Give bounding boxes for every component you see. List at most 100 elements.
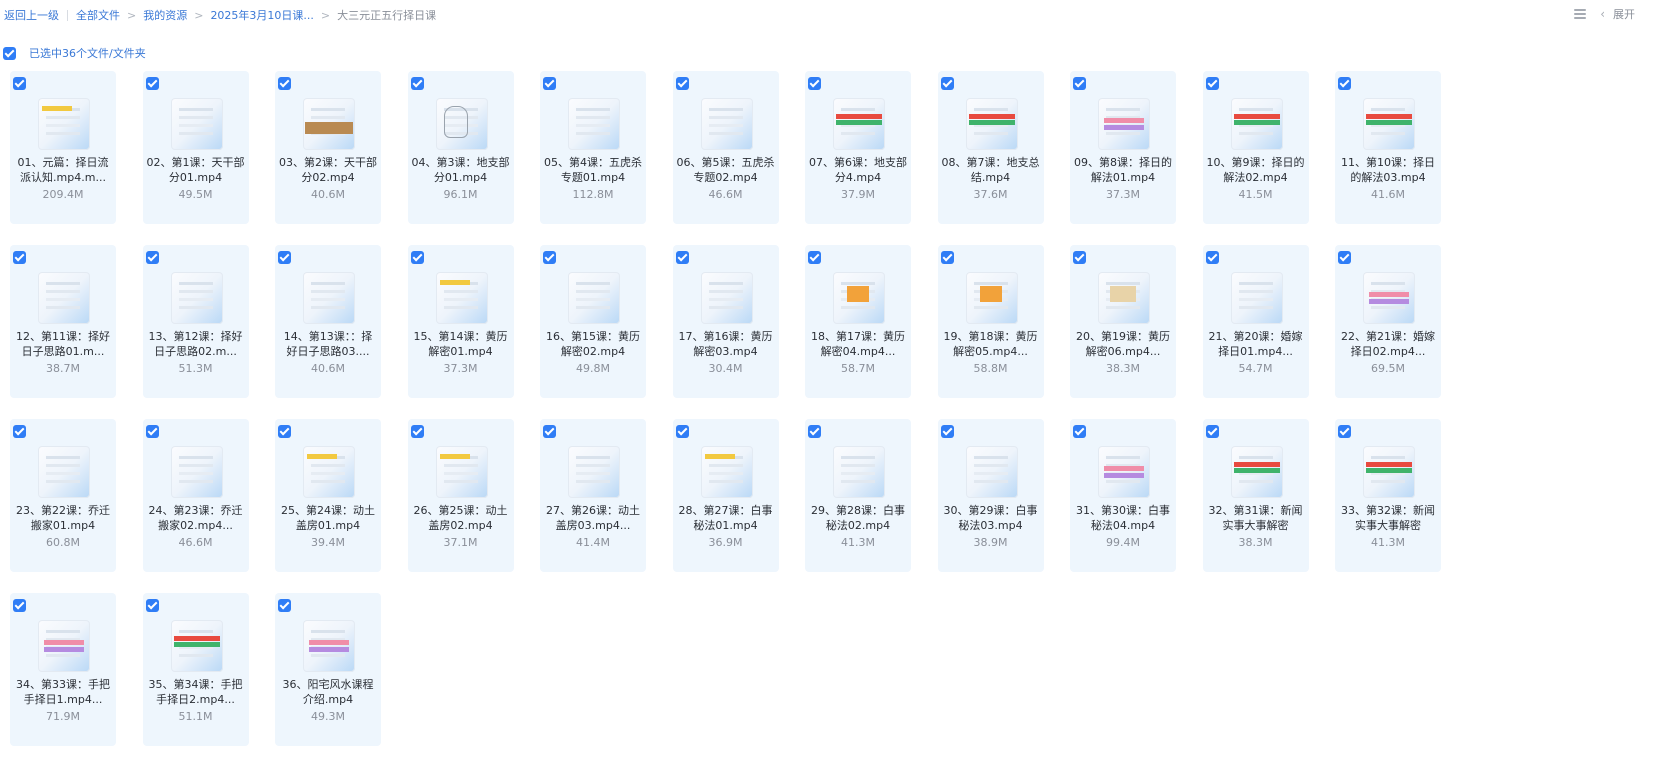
file-name[interactable]: 30、第29课：白事秘法03.mp4 xyxy=(942,504,1040,533)
file-name[interactable]: 13、第12课：择好日子思路02.m... xyxy=(147,330,245,359)
file-checkbox[interactable] xyxy=(145,251,159,264)
video-thumbnail[interactable] xyxy=(303,272,355,324)
file-card[interactable]: 25、第24课：动土盖房01.mp4 39.4M xyxy=(275,419,381,572)
file-checkbox[interactable] xyxy=(1073,77,1086,90)
file-checkbox[interactable] xyxy=(543,77,556,90)
file-name[interactable]: 07、第6课：地支部分4.mp4 xyxy=(809,156,907,185)
file-card[interactable]: 05、第4课：五虎杀专题01.mp4 112.8M xyxy=(540,71,646,224)
video-thumbnail[interactable] xyxy=(1363,98,1415,150)
file-name[interactable]: 02、第1课：天干部分01.mp4 xyxy=(147,156,245,185)
file-checkbox[interactable] xyxy=(808,425,821,438)
file-checkbox[interactable] xyxy=(278,77,291,90)
back-link[interactable]: 返回上一级 xyxy=(4,7,59,23)
file-card[interactable]: 26、第25课：动土盖房02.mp4 37.1M xyxy=(407,419,514,572)
file-checkbox[interactable] xyxy=(808,251,821,264)
video-thumbnail[interactable] xyxy=(303,620,355,672)
file-checkbox[interactable] xyxy=(278,251,291,264)
video-thumbnail[interactable] xyxy=(435,446,488,498)
file-name[interactable]: 25、第24课：动土盖房01.mp4 xyxy=(279,504,377,533)
file-name[interactable]: 20、第19课：黄历解密06.mp4... xyxy=(1074,330,1172,359)
file-name[interactable]: 35、第34课：手把手择日2.mp4... xyxy=(147,678,245,707)
video-thumbnail[interactable] xyxy=(1098,446,1150,498)
file-card[interactable]: 12、第11课：择好日子思路01.m... 38.7M xyxy=(10,245,116,398)
file-name[interactable]: 14、第13课：：择好日子思路03.... xyxy=(279,330,377,359)
file-card[interactable]: 18、第17课：黄历解密04.mp4... 58.7M xyxy=(805,245,911,398)
file-name[interactable]: 04、第3课：地支部分01.mp4 xyxy=(412,156,510,185)
file-checkbox[interactable] xyxy=(410,425,424,438)
file-card[interactable]: 01、元篇：择日流派认知.mp4.m... 209.4M xyxy=(10,71,116,224)
file-name[interactable]: 27、第26课：动土盖房03.mp4... xyxy=(544,504,642,533)
file-checkbox[interactable] xyxy=(940,77,954,90)
video-thumbnail[interactable] xyxy=(1098,98,1150,150)
file-checkbox[interactable] xyxy=(675,425,689,438)
file-card[interactable]: 23、第22课：乔迁搬家01.mp4 60.8M xyxy=(10,419,116,572)
file-checkbox[interactable] xyxy=(145,77,159,90)
file-checkbox[interactable] xyxy=(1205,251,1219,264)
video-thumbnail[interactable] xyxy=(1230,446,1283,498)
file-checkbox[interactable] xyxy=(1073,425,1086,438)
video-thumbnail[interactable] xyxy=(833,272,885,324)
video-thumbnail[interactable] xyxy=(700,272,753,324)
file-card[interactable]: 29、第28课：白事秘法02.mp4 41.3M xyxy=(805,419,911,572)
file-checkbox[interactable] xyxy=(410,77,424,90)
breadcrumb-all-files[interactable]: 全部文件 xyxy=(76,7,120,23)
expand-button[interactable]: 展开 xyxy=(1613,6,1635,22)
file-card[interactable]: 17、第16课：黄历解密03.mp4 30.4M xyxy=(672,245,779,398)
file-card[interactable]: 11、第10课：择日的解法03.mp4 41.6M xyxy=(1335,71,1441,224)
video-thumbnail[interactable] xyxy=(1230,272,1283,324)
video-thumbnail[interactable] xyxy=(1098,272,1150,324)
file-name[interactable]: 06、第5课：五虎杀专题02.mp4 xyxy=(677,156,775,185)
file-checkbox[interactable] xyxy=(13,77,26,90)
file-card[interactable]: 19、第18课：黄历解密05.mp4... 58.8M xyxy=(937,245,1044,398)
file-card[interactable]: 04、第3课：地支部分01.mp4 96.1M xyxy=(407,71,514,224)
file-card[interactable]: 36、阳宅风水课程介绍.mp4 49.3M xyxy=(275,593,381,746)
file-card[interactable]: 24、第23课：乔迁搬家02.mp4... 46.6M xyxy=(142,419,249,572)
file-card[interactable]: 27、第26课：动土盖房03.mp4... 41.4M xyxy=(540,419,646,572)
file-name[interactable]: 15、第14课：黄历解密01.mp4 xyxy=(412,330,510,359)
file-name[interactable]: 22、第21课：婚嫁择日02.mp4... xyxy=(1339,330,1437,359)
file-card[interactable]: 02、第1课：天干部分01.mp4 49.5M xyxy=(142,71,249,224)
file-name[interactable]: 18、第17课：黄历解密04.mp4... xyxy=(809,330,907,359)
file-name[interactable]: 19、第18课：黄历解密05.mp4... xyxy=(942,330,1040,359)
file-card[interactable]: 35、第34课：手把手择日2.mp4... 51.1M xyxy=(142,593,249,746)
video-thumbnail[interactable] xyxy=(303,98,355,150)
video-thumbnail[interactable] xyxy=(833,446,885,498)
file-checkbox[interactable] xyxy=(543,251,556,264)
file-card[interactable]: 09、第8课：择日的解法01.mp4 37.3M xyxy=(1070,71,1176,224)
video-thumbnail[interactable] xyxy=(833,98,885,150)
file-name[interactable]: 16、第15课：黄历解密02.mp4 xyxy=(544,330,642,359)
file-card[interactable]: 14、第13课：：择好日子思路03.... 40.6M xyxy=(275,245,381,398)
list-view-icon[interactable] xyxy=(1574,9,1587,19)
file-name[interactable]: 12、第11课：择好日子思路01.m... xyxy=(14,330,112,359)
video-thumbnail[interactable] xyxy=(38,446,90,498)
file-card[interactable]: 33、第32课：新闻实事大事解密 41.3M xyxy=(1335,419,1441,572)
video-thumbnail[interactable] xyxy=(568,98,620,150)
file-card[interactable]: 22、第21课：婚嫁择日02.mp4... 69.5M xyxy=(1335,245,1441,398)
file-checkbox[interactable] xyxy=(675,251,689,264)
video-thumbnail[interactable] xyxy=(700,446,753,498)
file-name[interactable]: 21、第20课：婚嫁择日01.mp4... xyxy=(1207,330,1305,359)
video-thumbnail[interactable] xyxy=(170,620,223,672)
video-thumbnail[interactable] xyxy=(38,620,90,672)
file-checkbox[interactable] xyxy=(145,425,159,438)
file-card[interactable]: 34、第33课：手把手择日1.mp4... 71.9M xyxy=(10,593,116,746)
file-name[interactable]: 10、第9课：择日的解法02.mp4 xyxy=(1207,156,1305,185)
file-checkbox[interactable] xyxy=(1338,425,1351,438)
file-name[interactable]: 23、第22课：乔迁搬家01.mp4 xyxy=(14,504,112,533)
file-checkbox[interactable] xyxy=(278,425,291,438)
file-name[interactable]: 28、第27课：白事秘法01.mp4 xyxy=(677,504,775,533)
file-checkbox[interactable] xyxy=(278,599,291,612)
file-card[interactable]: 16、第15课：黄历解密02.mp4 49.8M xyxy=(540,245,646,398)
video-thumbnail[interactable] xyxy=(965,98,1018,150)
video-thumbnail[interactable] xyxy=(965,272,1018,324)
file-name[interactable]: 11、第10课：择日的解法03.mp4 xyxy=(1339,156,1437,185)
video-thumbnail[interactable] xyxy=(303,446,355,498)
file-checkbox[interactable] xyxy=(1205,77,1219,90)
file-name[interactable]: 09、第8课：择日的解法01.mp4 xyxy=(1074,156,1172,185)
video-thumbnail[interactable] xyxy=(38,98,90,150)
video-thumbnail[interactable] xyxy=(170,272,223,324)
file-checkbox[interactable] xyxy=(808,77,821,90)
file-card[interactable]: 06、第5课：五虎杀专题02.mp4 46.6M xyxy=(672,71,779,224)
file-card[interactable]: 28、第27课：白事秘法01.mp4 36.9M xyxy=(672,419,779,572)
file-card[interactable]: 21、第20课：婚嫁择日01.mp4... 54.7M xyxy=(1202,245,1309,398)
